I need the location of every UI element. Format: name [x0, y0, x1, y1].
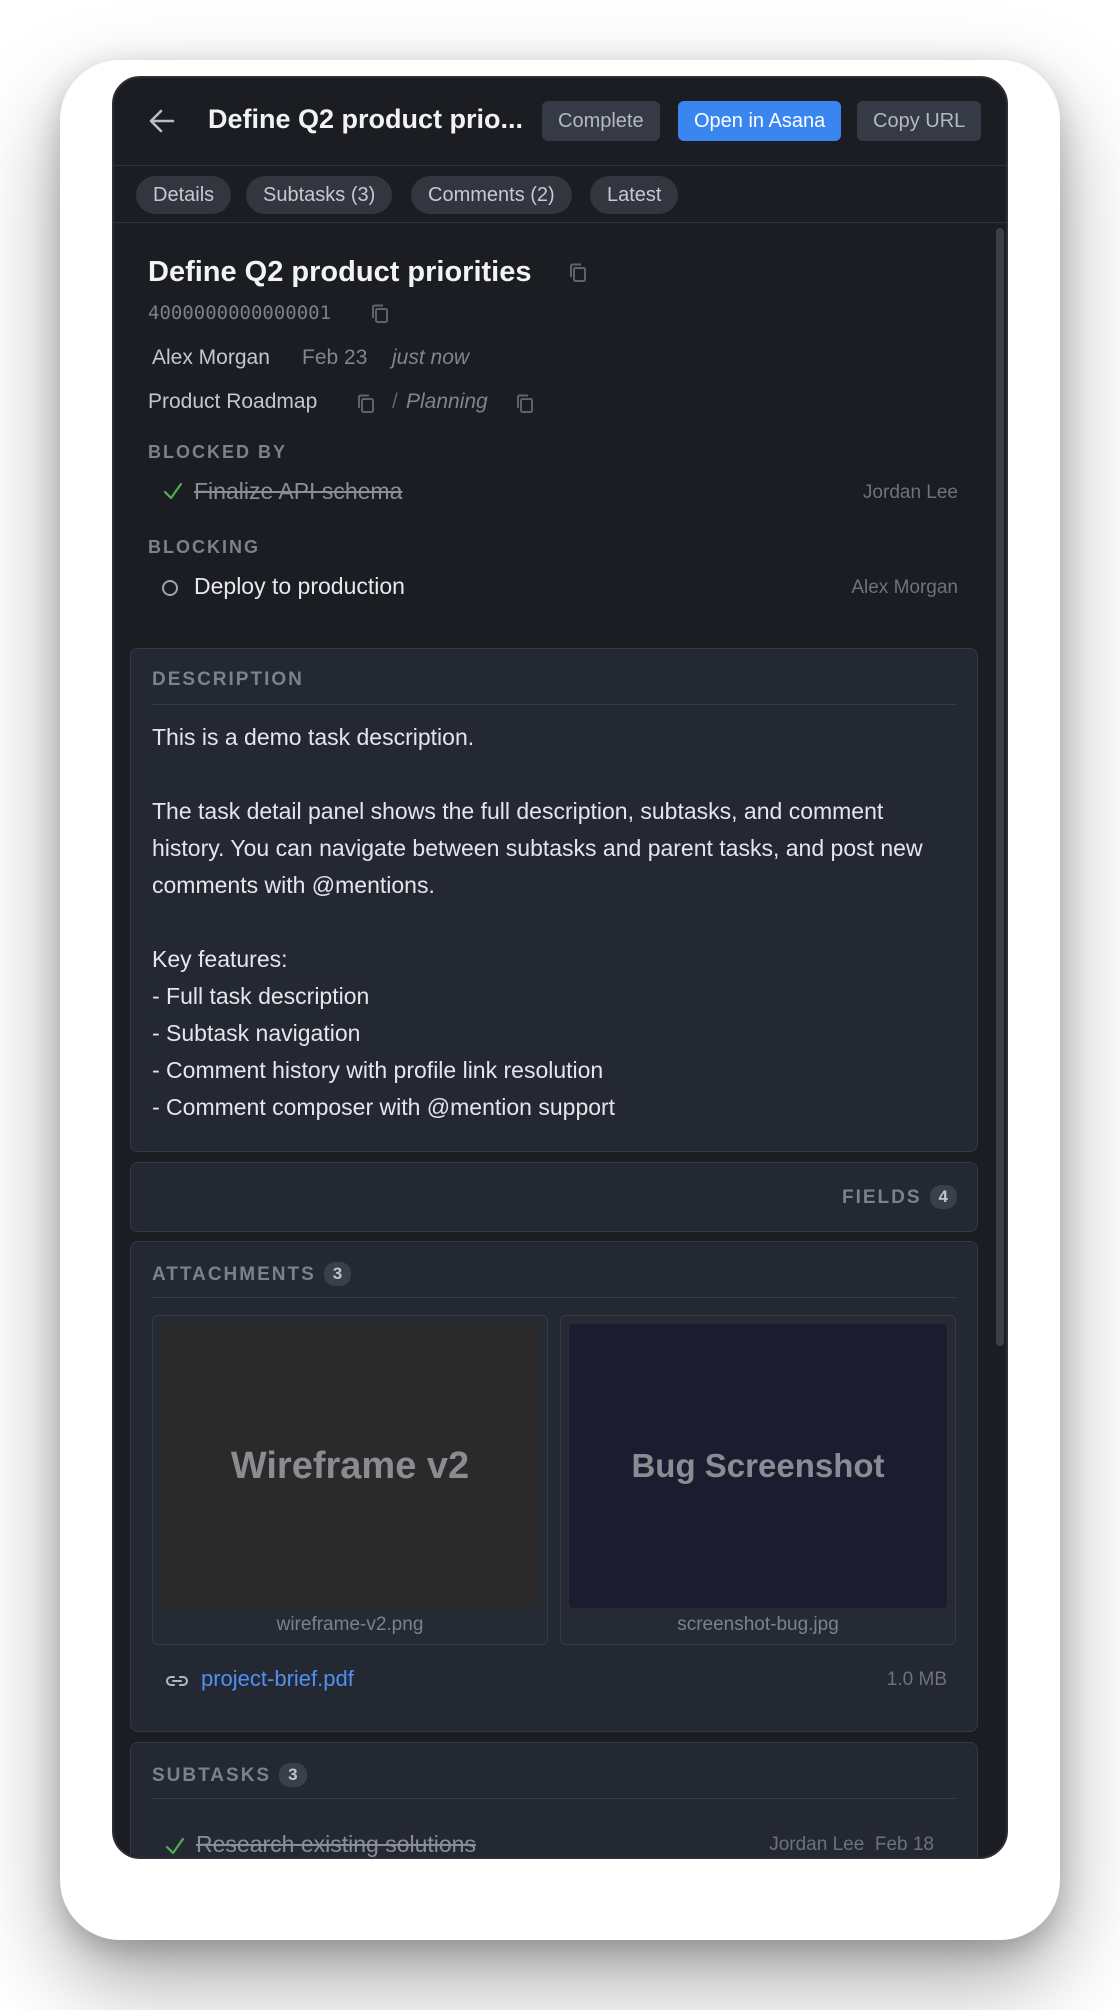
subtask-meta: Jordan Lee Feb 18	[769, 1834, 934, 1856]
back-button[interactable]	[144, 103, 180, 139]
attachment-file-size: 1.0 MB	[886, 1669, 947, 1690]
divider	[152, 704, 956, 705]
copy-icon[interactable]	[355, 393, 377, 415]
attachment-preview-image: Bug Screenshot	[569, 1324, 947, 1608]
blocking-item[interactable]: Deploy to production Alex Morgan	[148, 571, 958, 607]
divider	[152, 1798, 956, 1799]
task-relative-time: just now	[392, 346, 470, 369]
attachments-label: ATTACHMENTS	[152, 1264, 316, 1285]
attachment-preview-image: Wireframe v2	[161, 1324, 539, 1608]
blocked-by-item[interactable]: Finalize API schema Jordan Lee	[148, 476, 958, 512]
tab-bar: Details Subtasks (3) Comments (2) Latest	[114, 166, 1006, 223]
description-card: DESCRIPTION This is a demo task descript…	[130, 648, 978, 1152]
attachment-thumbnail[interactable]: Wireframe v2 wireframe-v2.png	[152, 1315, 548, 1645]
subtask-name[interactable]: Research existing solutions	[196, 1831, 476, 1857]
fields-label: FIELDS	[841, 1187, 922, 1208]
tab-comments[interactable]: Comments (2)	[411, 176, 572, 214]
attachments-header: ATTACHMENTS 3	[152, 1262, 352, 1286]
copy-icon[interactable]	[514, 393, 536, 415]
fields-toggle[interactable]: FIELDS 4	[842, 1185, 957, 1209]
attachment-file-link[interactable]: project-brief.pdf	[201, 1666, 354, 1692]
divider	[152, 1297, 956, 1298]
header-title: Define Q2 product prio...	[208, 104, 524, 134]
subtasks-count-badge: 3	[279, 1763, 307, 1787]
header-bar: Define Q2 product prio... Complete Open …	[114, 78, 1006, 166]
task-detail-window: Define Q2 product prio... Complete Open …	[112, 76, 1008, 1859]
copy-icon[interactable]	[369, 303, 391, 325]
fields-card[interactable]: FIELDS 4	[130, 1162, 978, 1232]
attachment-file-row: project-brief.pdf 1.0 MB	[165, 1664, 947, 1700]
blocked-by-assignee: Jordan Lee	[862, 482, 958, 503]
blocked-by-label: BLOCKED BY	[148, 442, 288, 462]
attachment-filename: wireframe-v2.png	[276, 1614, 424, 1635]
subtask-row[interactable]: Research existing solutions Jordan Lee F…	[152, 1829, 934, 1857]
subtasks-header: SUBTASKS 3	[152, 1763, 307, 1787]
blocking-label: BLOCKING	[148, 537, 260, 557]
task-date: Feb 23	[302, 346, 368, 369]
attachment-filename: screenshot-bug.jpg	[677, 1614, 839, 1635]
task-id: 4000000000000001	[148, 302, 332, 324]
arrow-left-icon	[149, 109, 175, 133]
incomplete-circle-icon	[162, 580, 178, 596]
project-link[interactable]: Product Roadmap	[148, 390, 317, 414]
attachments-card: ATTACHMENTS 3 Wireframe v2 wireframe-v2.p…	[130, 1241, 978, 1732]
check-icon	[163, 482, 183, 500]
open-in-asana-button[interactable]: Open in Asana	[678, 101, 842, 141]
subtasks-card: SUBTASKS 3 Research existing solutions Jo…	[130, 1742, 978, 1857]
blocking-task-name: Deploy to production	[194, 573, 405, 599]
subtask-date: Feb 18	[874, 1834, 934, 1855]
blocked-by-task-name: Finalize API schema	[194, 478, 403, 504]
fields-count-badge: 4	[929, 1185, 957, 1209]
tab-details[interactable]: Details	[136, 176, 232, 214]
tab-latest[interactable]: Latest	[590, 176, 679, 214]
description-text: This is a demo task description. The tas…	[152, 724, 923, 1120]
task-author[interactable]: Alex Morgan	[152, 346, 270, 370]
check-icon	[165, 1837, 185, 1855]
complete-button[interactable]: Complete	[542, 101, 660, 141]
attachment-thumbnail[interactable]: Bug Screenshot screenshot-bug.jpg	[560, 1315, 956, 1645]
copy-icon[interactable]	[567, 262, 589, 284]
tab-subtasks[interactable]: Subtasks (3)	[246, 176, 393, 214]
link-icon	[166, 1676, 188, 1686]
task-title: Define Q2 product priorities	[148, 256, 532, 288]
description-label: DESCRIPTION	[152, 669, 304, 690]
scrollbar[interactable]	[994, 224, 1006, 1857]
subtask-assignee: Jordan Lee	[769, 1834, 865, 1855]
attachments-count-badge: 3	[323, 1262, 352, 1286]
project-separator: /	[392, 390, 398, 413]
subtasks-label: SUBTASKS	[152, 1765, 272, 1786]
section-link[interactable]: Planning	[406, 390, 488, 414]
blocking-assignee: Alex Morgan	[851, 577, 958, 598]
scrollbar-thumb[interactable]	[996, 228, 1004, 1346]
copy-url-button[interactable]: Copy URL	[857, 101, 982, 141]
